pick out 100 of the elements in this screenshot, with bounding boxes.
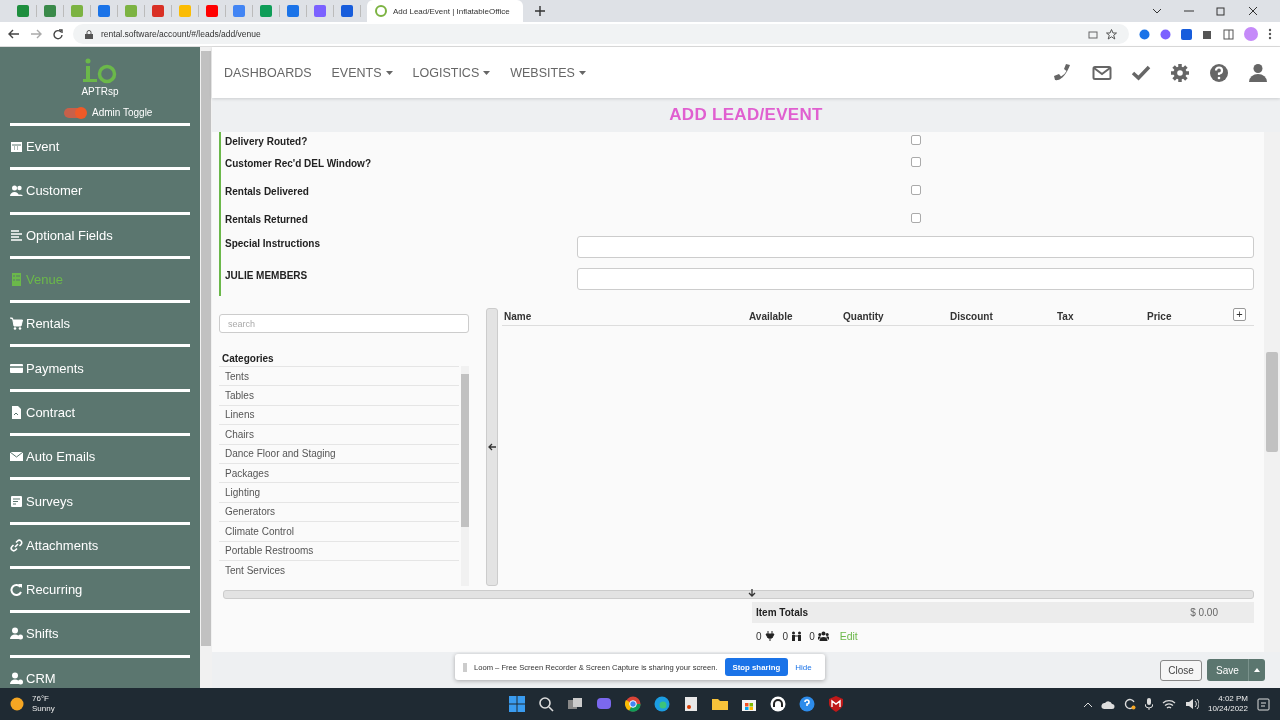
chat-icon[interactable] xyxy=(596,696,613,712)
sidebar-item[interactable]: Surveys xyxy=(10,480,191,525)
address-field[interactable]: rental.software/account/#/leads/add/venue xyxy=(73,24,1129,44)
shield-icon[interactable] xyxy=(828,696,845,712)
admin-toggle[interactable] xyxy=(64,107,86,118)
task-view-icon[interactable] xyxy=(567,696,584,712)
search-icon[interactable] xyxy=(538,696,555,712)
checkbox[interactable] xyxy=(910,213,921,223)
site-icon[interactable] xyxy=(44,5,56,17)
chevron-up-icon[interactable] xyxy=(1083,701,1092,707)
extension-icon[interactable] xyxy=(1181,28,1192,40)
clock-date: 10/24/2022 xyxy=(1207,704,1248,714)
sidebar-item[interactable]: Customer xyxy=(10,170,191,215)
nav-menu[interactable]: WEBSITES xyxy=(510,65,586,80)
category-item[interactable]: Generators xyxy=(219,501,459,522)
temperature: 76°F xyxy=(32,694,50,704)
sidebar-item[interactable]: Rentals xyxy=(10,303,191,348)
close-icon[interactable] xyxy=(1248,6,1258,16)
totals-label: Item Totals xyxy=(756,607,809,618)
nav-menu[interactable]: LOGISTICS xyxy=(412,65,491,80)
extension-icon[interactable] xyxy=(1160,28,1171,40)
search-field[interactable]: search xyxy=(219,314,469,333)
sidebar-item[interactable]: Auto Emails xyxy=(10,436,191,481)
avatar-icon[interactable] xyxy=(1244,27,1258,41)
field-label: Delivery Routed? xyxy=(225,134,309,147)
sidebar-item[interactable]: Shifts xyxy=(10,613,191,658)
new-tab-icon[interactable] xyxy=(535,6,545,16)
input-field[interactable] xyxy=(577,236,1254,258)
help-icon[interactable] xyxy=(799,696,816,712)
start-icon[interactable] xyxy=(509,696,526,712)
sidebar-item[interactable]: Optional Fields xyxy=(10,214,191,259)
category-item[interactable]: Linens xyxy=(219,404,459,425)
sidebar-item[interactable]: Event xyxy=(10,126,191,171)
checkbox[interactable] xyxy=(910,135,921,145)
extension-icon[interactable] xyxy=(1139,28,1150,40)
arrow-down-icon xyxy=(747,589,756,597)
category-item[interactable]: Dance Floor and Staging xyxy=(219,443,459,463)
totals-amount: $ 0.00 xyxy=(1190,607,1218,618)
browser-tab[interactable]: Add Lead/Event | InflatableOffice xyxy=(367,0,523,22)
dropdown-button[interactable] xyxy=(1248,659,1265,681)
category-item[interactable]: Climate Control xyxy=(219,521,459,541)
sidebar-item[interactable]: Attachments xyxy=(10,524,191,569)
reload-icon[interactable] xyxy=(52,28,63,40)
headset-icon[interactable] xyxy=(770,696,787,712)
add-button[interactable]: + xyxy=(1233,308,1246,321)
back-icon[interactable] xyxy=(8,29,20,39)
site-icon[interactable] xyxy=(287,5,299,17)
checkbox[interactable] xyxy=(910,185,921,195)
save-button[interactable]: Save xyxy=(1207,659,1248,681)
resize-handle[interactable] xyxy=(223,590,1254,599)
sync-icon[interactable] xyxy=(1123,698,1136,710)
drag-handle-icon[interactable] xyxy=(463,662,467,672)
category-item[interactable]: Tables xyxy=(219,385,459,405)
sidebar-item[interactable]: Payments xyxy=(10,347,191,392)
phone-icon[interactable] xyxy=(1053,62,1073,83)
puzzle-icon[interactable] xyxy=(1202,28,1213,40)
sidebar-item[interactable]: Contract xyxy=(10,391,191,437)
user-icon[interactable] xyxy=(1248,62,1268,83)
notification-icon[interactable] xyxy=(1257,697,1270,711)
share-icon[interactable] xyxy=(1088,29,1098,39)
site-icon[interactable] xyxy=(98,5,110,17)
sidebar-icon[interactable] xyxy=(1223,28,1234,40)
category-item[interactable]: Tent Services xyxy=(219,559,459,580)
nav-menu[interactable]: EVENTS xyxy=(331,65,393,80)
nav-menu[interactable]: DASHBOARDS xyxy=(224,65,312,80)
browser-icon[interactable] xyxy=(654,696,671,712)
section-heading: Categories xyxy=(222,353,275,364)
folder-icon[interactable] xyxy=(712,696,729,712)
input-field[interactable] xyxy=(577,268,1254,290)
checkbox[interactable] xyxy=(910,157,921,167)
close-button[interactable]: Close xyxy=(1160,659,1202,681)
sidebar-item[interactable]: Recurring xyxy=(10,568,191,614)
restore-icon[interactable] xyxy=(1216,6,1226,16)
speaker-icon[interactable] xyxy=(1184,698,1199,710)
count: 0 xyxy=(809,630,815,642)
chevron-icon[interactable] xyxy=(1152,6,1162,16)
settings-icon[interactable] xyxy=(1170,62,1190,83)
site-icon[interactable] xyxy=(341,5,353,17)
scrollbar[interactable] xyxy=(461,366,469,586)
category-item[interactable]: Chairs xyxy=(219,424,459,444)
sun-icon xyxy=(10,697,24,711)
cloud-icon[interactable] xyxy=(1100,699,1115,709)
hide-link[interactable]: Hide xyxy=(795,662,812,672)
scrollbar[interactable] xyxy=(200,47,212,688)
collapse-handle[interactable] xyxy=(486,308,498,586)
browser-icon[interactable] xyxy=(625,696,642,712)
category-item[interactable]: Portable Restrooms xyxy=(219,540,459,560)
kebab-menu-icon[interactable] xyxy=(1268,28,1272,40)
category-item[interactable]: Lighting xyxy=(219,482,459,502)
lock-icon xyxy=(85,29,93,39)
category-item[interactable]: Packages xyxy=(219,462,459,483)
category-item[interactable]: Tents xyxy=(219,366,459,386)
forward-icon[interactable] xyxy=(30,29,42,39)
star-icon[interactable] xyxy=(1106,28,1117,40)
site-icon[interactable] xyxy=(152,5,164,17)
weather-condition: Sunny xyxy=(32,704,55,714)
snipping-icon[interactable] xyxy=(683,696,700,712)
microphone-icon[interactable] xyxy=(1144,698,1153,710)
wifi-icon[interactable] xyxy=(1161,698,1176,710)
people-icon xyxy=(791,631,803,641)
